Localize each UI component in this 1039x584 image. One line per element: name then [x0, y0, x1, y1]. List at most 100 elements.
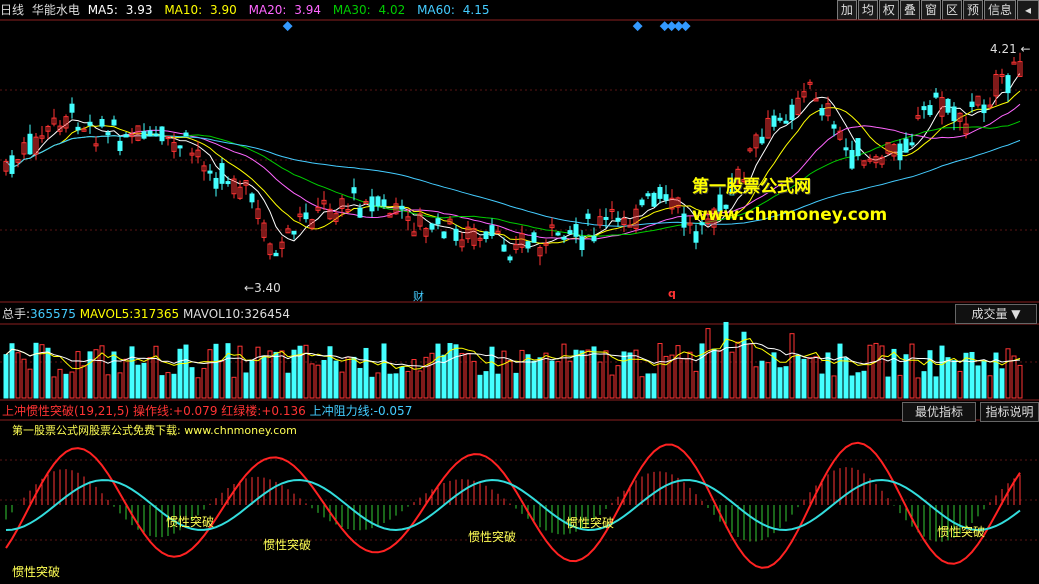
candle-body: [651, 192, 657, 207]
volume-bar: [477, 374, 483, 399]
volume-bar: [291, 349, 297, 399]
volume-bar: [633, 349, 639, 399]
volume-bar: [789, 333, 795, 399]
candle-body: [981, 104, 987, 114]
volume-bar: [1005, 348, 1011, 399]
volume-bar: [399, 366, 405, 399]
volume-bar: [831, 375, 837, 399]
volume-bar: [165, 372, 171, 399]
candlesticks: [3, 52, 1023, 266]
volume-bar: [783, 366, 789, 399]
candle-body: [831, 124, 837, 129]
signal-label: 惯性突破: [937, 525, 986, 539]
candle-body: [375, 196, 381, 207]
candle-body: [693, 231, 699, 243]
volume-bar: [453, 344, 459, 399]
volume-bar: [885, 376, 891, 399]
indicator-help-button[interactable]: 指标说明: [980, 402, 1039, 422]
low-price-label: ←3.40: [244, 281, 281, 295]
candle-body: [1005, 75, 1011, 94]
volume-bar: [279, 350, 285, 399]
volume-bar: [183, 344, 189, 399]
volume-bar: [555, 361, 561, 399]
signal-label: 惯性突破: [12, 565, 61, 579]
volume-bar: [417, 370, 423, 399]
volume-bar: [33, 342, 39, 399]
candle-body: [483, 231, 489, 240]
candle-body: [501, 244, 507, 252]
indicator-lines: [5, 441, 1021, 569]
high-price-label: 4.21 ←: [990, 42, 1031, 56]
volume-bar: [381, 343, 387, 399]
event-marker-cai[interactable]: 财: [413, 288, 424, 304]
volume-bar: [861, 370, 867, 399]
candle-body: [429, 223, 435, 230]
volume-bar: [363, 347, 369, 399]
candle-body: [945, 98, 951, 113]
candle-body: [219, 163, 225, 184]
volume-bar: [213, 343, 219, 399]
volume-bar: [333, 360, 339, 399]
volume-bar: [141, 362, 147, 399]
volume-bar: [663, 355, 669, 399]
volume-bar: [981, 360, 987, 399]
volume-bar: [225, 343, 231, 399]
candle-body: [207, 170, 213, 174]
candle-body: [645, 193, 651, 197]
volume-bar: [795, 354, 801, 399]
candle-body: [579, 236, 585, 251]
volume-bar: [135, 364, 141, 399]
signal-diamond-icon: [632, 21, 643, 32]
volume-bar: [189, 367, 195, 399]
volume-bar: [987, 375, 993, 399]
volume-bar: [195, 377, 201, 399]
volume-bar: [855, 372, 861, 399]
volume-bar: [771, 352, 777, 399]
volume-bar: [9, 343, 15, 399]
volume-bar: [423, 356, 429, 399]
volume-bar: [963, 352, 969, 399]
volume-bar: [615, 365, 621, 399]
candle-body: [105, 132, 111, 136]
volume-bar: [945, 357, 951, 399]
event-marker-q[interactable]: q: [668, 287, 676, 300]
signal-label: 惯性突破: [566, 516, 615, 530]
volume-bar: [723, 321, 729, 399]
candle-body: [903, 138, 909, 153]
volume-bar: [201, 367, 207, 399]
volume-bar: [219, 360, 225, 399]
volume-bar: [231, 376, 237, 399]
volume-bar: [129, 346, 135, 399]
volume-bar: [315, 364, 321, 399]
volume-bar: [393, 373, 399, 399]
stock-chart-canvas[interactable]: [0, 0, 1039, 584]
volume-bar: [927, 350, 933, 399]
volume-bar: [801, 358, 807, 399]
candle-body: [855, 138, 861, 157]
best-indicator-button[interactable]: 最优指标: [902, 402, 976, 422]
candle-body: [87, 121, 93, 126]
candle-body: [663, 194, 669, 201]
volume-bar: [975, 365, 981, 399]
volume-bar: [741, 331, 747, 399]
volume-bar: [69, 371, 75, 399]
candle-body: [843, 147, 849, 151]
volume-bar: [15, 352, 21, 399]
volume-bar: [597, 361, 603, 399]
indicator-promo-text[interactable]: 第一股票公式网股票公式免费下载: www.chnmoney.com: [12, 423, 297, 439]
candle-body: [27, 133, 33, 155]
volume-bar: [681, 358, 687, 399]
candle-body: [909, 142, 915, 146]
volume-selector[interactable]: 成交量 ▼: [955, 304, 1037, 324]
volume-bar: [897, 374, 903, 399]
candle-body: [291, 230, 297, 235]
volume-bar: [483, 371, 489, 399]
candle-body: [783, 120, 789, 124]
candle-body: [555, 232, 561, 236]
candle-body: [777, 117, 783, 121]
volume-bar: [909, 343, 915, 399]
volume-bar: [837, 343, 843, 399]
candle-body: [303, 212, 309, 220]
volume-bar: [675, 345, 681, 399]
volume-bar: [939, 345, 945, 399]
